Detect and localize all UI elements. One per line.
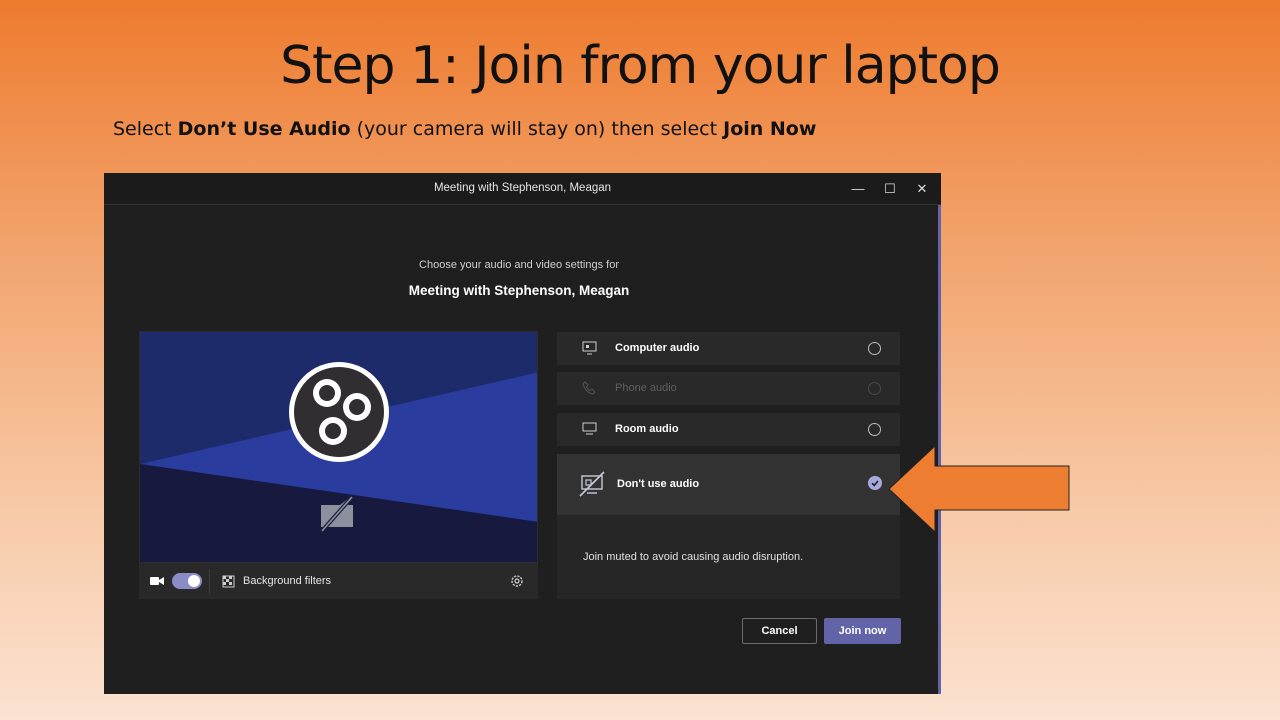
- window-titlebar[interactable]: Meeting with Stephenson, Meagan — ☐ ✕: [104, 173, 941, 205]
- window-title: Meeting with Stephenson, Meagan: [433, 182, 612, 194]
- audio-option-room[interactable]: Room audio: [557, 413, 900, 446]
- video-controls-bar: Background filters: [139, 562, 538, 599]
- instruction-text: Select: [113, 118, 178, 140]
- teams-prejoin-window: Meeting with Stephenson, Meagan — ☐ ✕ Ch…: [104, 173, 941, 694]
- audio-info-text: Join muted to avoid causing audio disrup…: [583, 551, 804, 563]
- slide-title: Step 1: Join from your laptop: [280, 36, 1001, 96]
- dialog-subheading: Choose your audio and video settings for: [419, 259, 619, 271]
- background-filters-label[interactable]: Background filters: [243, 575, 331, 587]
- computer-speaker-icon: [582, 341, 597, 355]
- cancel-button[interactable]: Cancel: [742, 618, 817, 644]
- gear-icon[interactable]: [510, 574, 524, 588]
- toggle-knob: [188, 575, 200, 587]
- no-audio-icon: [579, 471, 605, 497]
- video-preview: [139, 331, 538, 599]
- slide-instruction: Select Don’t Use Audio (your camera will…: [113, 118, 816, 140]
- audio-option-phone: Phone audio: [557, 372, 900, 405]
- instruction-highlight-join-now: Join Now: [723, 118, 817, 140]
- audio-option-dont-use-audio[interactable]: Don't use audio: [557, 454, 900, 515]
- audio-option-label: Room audio: [615, 423, 679, 435]
- controls-divider: [209, 569, 210, 594]
- radio-button[interactable]: [868, 423, 881, 436]
- instruction-text: (your camera will stay on) then select: [350, 118, 724, 140]
- instruction-highlight-dont-use-audio: Don’t Use Audio: [177, 118, 351, 140]
- camera-icon: [150, 577, 164, 585]
- camera-off-icon: [320, 495, 354, 533]
- radio-button[interactable]: [868, 342, 881, 355]
- radio-button: [868, 382, 881, 395]
- meeting-name: Meeting with Stephenson, Meagan: [408, 283, 630, 298]
- join-now-button[interactable]: Join now: [824, 618, 901, 644]
- checkmark-icon[interactable]: [868, 476, 882, 490]
- audio-option-label: Phone audio: [615, 382, 677, 394]
- window-edge: [938, 173, 941, 694]
- monitor-icon: [582, 422, 597, 435]
- audio-option-computer[interactable]: Computer audio: [557, 332, 900, 365]
- camera-toggle[interactable]: [172, 573, 202, 589]
- audio-info-panel: Join muted to avoid causing audio disrup…: [557, 515, 900, 599]
- callout-arrow-icon: [888, 444, 1070, 534]
- maximize-button[interactable]: ☐: [878, 177, 902, 201]
- minimize-button[interactable]: —: [846, 177, 870, 201]
- phone-icon: [582, 381, 596, 395]
- close-button[interactable]: ✕: [910, 177, 934, 201]
- audio-option-label: Computer audio: [615, 342, 700, 354]
- audio-option-label: Don't use audio: [617, 478, 700, 490]
- obs-logo-icon: [289, 362, 389, 462]
- background-filters-icon[interactable]: [222, 575, 235, 588]
